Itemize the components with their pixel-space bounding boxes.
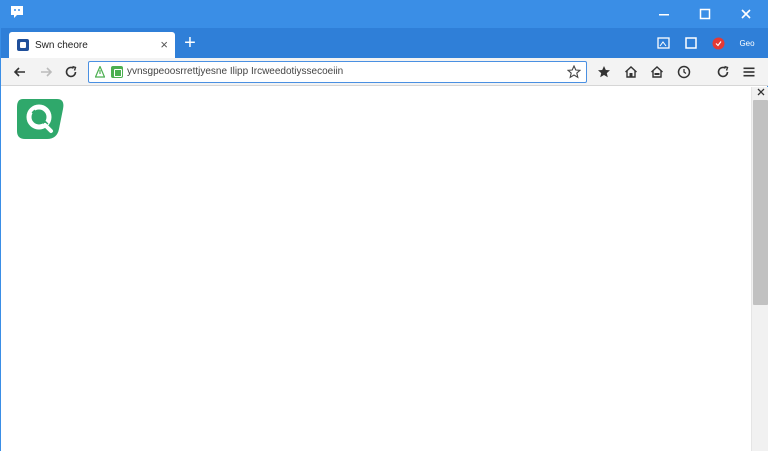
secure-badge-icon: [111, 66, 123, 78]
minimize-icon: [659, 14, 669, 16]
hamburger-menu-icon: [743, 67, 755, 77]
tab-title: Swn cheore: [35, 39, 88, 51]
minimize-button[interactable]: [646, 3, 682, 25]
favicon-icon: [17, 39, 29, 51]
maximize-icon: [699, 8, 711, 20]
image-icon: [656, 37, 670, 49]
star-outline-icon: [567, 65, 581, 79]
url-text[interactable]: yvnsgpeoosrrettjyesne Ilipp Ircweedotiys…: [127, 66, 547, 77]
extension-red-icon: [712, 37, 724, 49]
window-icon: [685, 37, 697, 49]
site-logo-icon: [17, 99, 64, 139]
new-tab-button[interactable]: +: [179, 32, 201, 54]
sync-button[interactable]: [713, 62, 733, 82]
small-close-icon: [757, 88, 765, 96]
vertical-scrollbar[interactable]: [751, 87, 768, 451]
back-button[interactable]: [9, 61, 31, 83]
tab-strip: Swn cheore × + Geo: [1, 28, 768, 58]
house-icon: [651, 66, 663, 78]
reload-button[interactable]: [60, 61, 82, 83]
title-bar: [1, 0, 768, 28]
refresh-circle-icon: [717, 65, 729, 78]
forward-button[interactable]: [35, 61, 57, 83]
home-button[interactable]: [621, 62, 641, 82]
maximize-button[interactable]: [687, 3, 723, 25]
toolbar: yvnsgpeoosrrettjyesne Ilipp Ircweedotiys…: [1, 58, 768, 86]
page-content: [1, 87, 751, 451]
clock-icon: [677, 65, 691, 79]
screenshot-button[interactable]: [655, 36, 671, 50]
close-window-button[interactable]: [728, 3, 764, 25]
app-icon: [11, 6, 23, 18]
home-icon: [625, 66, 637, 78]
window-button[interactable]: [683, 36, 699, 50]
arrow-left-icon: [13, 67, 25, 77]
extension-house-button[interactable]: [647, 62, 667, 82]
address-bar[interactable]: yvnsgpeoosrrettjyesne Ilipp Ircweedotiys…: [88, 61, 587, 83]
arrow-right-icon: [41, 67, 53, 77]
warning-icon: [95, 66, 105, 78]
reload-icon: [65, 65, 77, 78]
tab-active[interactable]: Swn cheore ×: [9, 32, 175, 58]
bookmark-star-button[interactable]: [566, 64, 582, 80]
profile-label[interactable]: Geo: [735, 36, 759, 50]
close-icon: [741, 9, 751, 19]
scroll-thumb[interactable]: [753, 100, 768, 305]
browser-window: Swn cheore × + Geo yvnsgpeoosrrettjyesne…: [0, 0, 768, 451]
star-filled-icon: [598, 66, 610, 78]
clock-button[interactable]: [674, 62, 694, 82]
bookmarks-button[interactable]: [594, 62, 614, 82]
extension-button[interactable]: [710, 36, 726, 50]
menu-button[interactable]: [739, 62, 759, 82]
scroll-up-button[interactable]: [755, 88, 767, 98]
tab-close-button[interactable]: ×: [160, 38, 168, 51]
